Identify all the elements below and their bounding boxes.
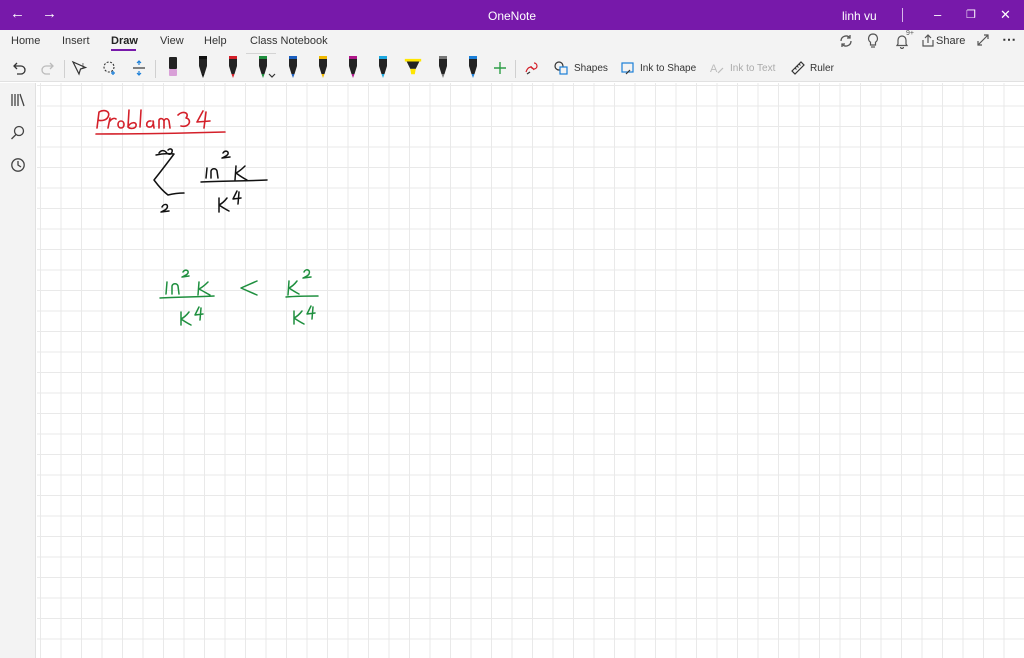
active-tab-indicator [111, 49, 136, 51]
lightbulb-icon[interactable] [866, 33, 880, 49]
shapes-icon [551, 58, 571, 78]
clock-icon[interactable] [10, 157, 26, 173]
toolbar-separator [64, 60, 65, 78]
pen-icon[interactable] [253, 53, 276, 81]
highlighter-icon[interactable] [403, 53, 423, 81]
redo-icon[interactable] [38, 58, 58, 78]
ink-to-text-icon: A [707, 58, 727, 78]
navigation-sidebar [0, 83, 36, 658]
more-icon[interactable]: ⋯ [1002, 31, 1016, 48]
ink-to-text-button[interactable]: Ink to Text [730, 63, 775, 74]
pen-icon[interactable] [343, 53, 363, 81]
svg-text:I: I [82, 63, 84, 70]
pen-icon[interactable] [223, 53, 243, 81]
expand-icon[interactable] [976, 33, 990, 47]
type-select-icon[interactable]: I [70, 58, 90, 78]
tab-help[interactable]: Help [204, 35, 227, 47]
ruler-icon [788, 58, 808, 78]
eraser-pen-icon[interactable] [163, 53, 183, 81]
tab-home[interactable]: Home [11, 35, 40, 47]
title-separator [902, 8, 903, 22]
tab-insert[interactable]: Insert [62, 35, 90, 47]
user-name[interactable]: linh vu [842, 9, 877, 23]
draw-toolbar: I Shapes Ink to Shape A Ink to Text Rule… [0, 54, 1024, 82]
handwritten-series-expression [153, 148, 268, 213]
pen-icon[interactable] [463, 53, 483, 81]
note-page-canvas[interactable] [37, 83, 1024, 658]
pen-icon[interactable] [283, 53, 303, 81]
toolbar-separator [155, 60, 156, 78]
search-icon[interactable] [10, 125, 26, 141]
shapes-button[interactable]: Shapes [574, 63, 608, 74]
handwritten-problem-title [95, 109, 226, 135]
tab-view[interactable]: View [160, 35, 184, 47]
ink-replay-icon[interactable] [521, 58, 541, 78]
title-bar: ← → OneNote linh vu – ❐ ✕ [0, 0, 1024, 30]
toolbar-separator [515, 60, 516, 78]
add-space-icon[interactable] [129, 58, 149, 78]
lasso-select-icon[interactable] [100, 58, 120, 78]
ruler-button[interactable]: Ruler [810, 63, 834, 74]
ink-to-shape-icon [618, 58, 638, 78]
undo-icon[interactable] [9, 58, 29, 78]
share-icon [921, 34, 935, 48]
tab-class-notebook[interactable]: Class Notebook [250, 35, 328, 47]
restore-icon[interactable]: ❐ [966, 8, 976, 21]
pen-icon[interactable] [193, 53, 213, 81]
handwritten-comparison [159, 269, 319, 326]
close-icon[interactable]: ✕ [1000, 7, 1011, 23]
tab-draw[interactable]: Draw [111, 35, 138, 47]
sync-icon[interactable] [838, 33, 854, 49]
ink-layer [95, 109, 319, 326]
pen-icon[interactable] [313, 53, 333, 81]
minimize-icon[interactable]: – [934, 7, 941, 22]
pen-icon[interactable] [373, 53, 393, 81]
share-button[interactable]: Share [936, 35, 965, 47]
plus-icon[interactable] [490, 58, 510, 78]
ink-to-shape-button[interactable]: Ink to Shape [640, 63, 696, 74]
notification-count: 9+ [906, 30, 914, 37]
ribbon-tabs: Home Insert Draw View Help Class Noteboo… [0, 30, 1024, 54]
pen-icon[interactable] [433, 53, 453, 81]
notebooks-icon[interactable] [10, 93, 26, 107]
svg-text:A: A [710, 63, 718, 75]
